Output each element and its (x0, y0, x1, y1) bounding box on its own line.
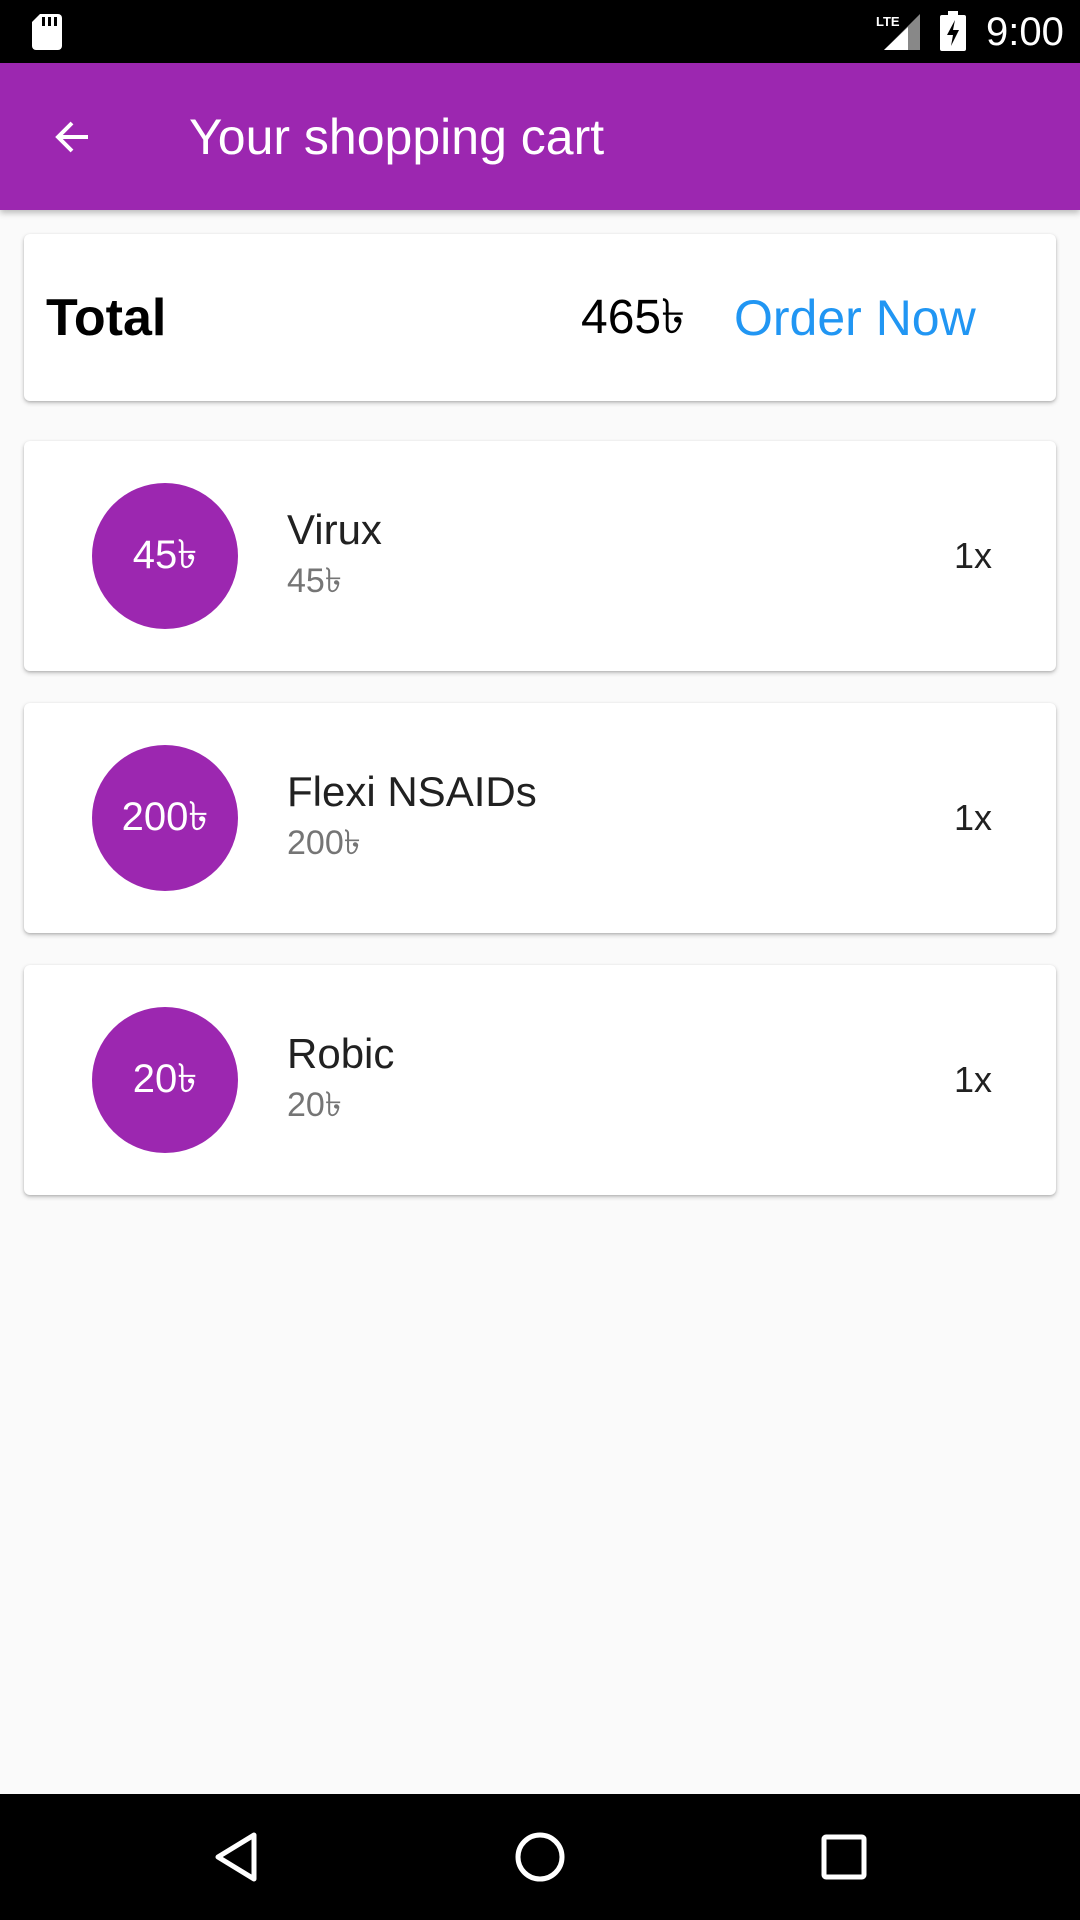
app-bar: Your shopping cart (0, 63, 1080, 210)
back-triangle-icon[interactable] (206, 1827, 266, 1887)
status-bar: LTE 9:00 (0, 0, 1080, 63)
item-price: 45৳ (287, 562, 342, 600)
page-title: Your shopping cart (189, 109, 605, 165)
status-time: 9:00 (986, 10, 1064, 54)
item-price: 20৳ (287, 1086, 342, 1124)
item-price-avatar: 45৳ (92, 483, 238, 629)
item-price: 200৳ (287, 824, 361, 862)
home-circle-icon[interactable] (510, 1827, 570, 1887)
system-nav-bar (0, 1794, 1080, 1920)
cart-item[interactable]: 45৳ Virux 45৳ 1x (24, 441, 1056, 671)
total-label: Total (46, 289, 167, 347)
svg-text:LTE: LTE (876, 14, 900, 29)
cart-item[interactable]: 200৳ Flexi NSAIDs 200৳ 1x (24, 703, 1056, 933)
item-name: Flexi NSAIDs (287, 768, 537, 815)
sd-card-icon (32, 14, 62, 50)
item-quantity: 1x (954, 535, 993, 576)
cart-total-card: Total 465৳ Order Now (24, 234, 1056, 401)
cart-item[interactable]: 20৳ Robic 20৳ 1x (24, 965, 1056, 1195)
item-quantity: 1x (954, 1059, 993, 1100)
recents-square-icon[interactable] (814, 1827, 874, 1887)
item-price-avatar: 20৳ (92, 1007, 238, 1153)
order-now-button[interactable]: Order Now (734, 288, 976, 348)
item-name: Virux (287, 506, 382, 553)
battery-charging-icon (940, 11, 966, 51)
lte-signal-icon: LTE (876, 14, 920, 50)
item-price-avatar: 200৳ (92, 745, 238, 891)
arrow-back-icon[interactable] (48, 113, 96, 161)
total-amount: 465৳ (581, 291, 685, 344)
item-quantity: 1x (954, 797, 993, 838)
item-name: Robic (287, 1030, 395, 1077)
